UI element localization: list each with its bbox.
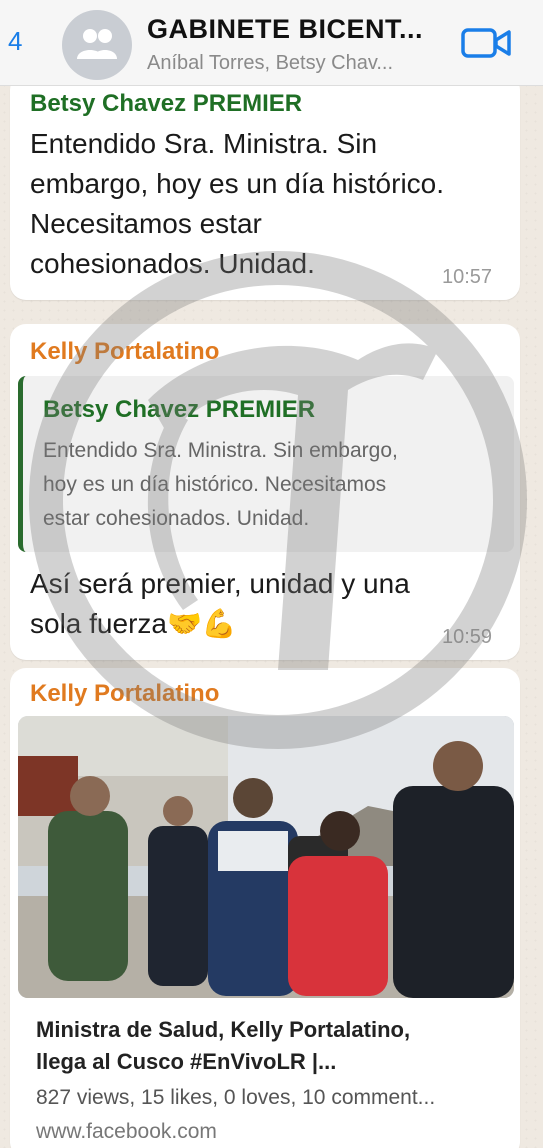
message-sender: Kelly Portalatino <box>30 680 220 707</box>
message-timestamp: 10:57 <box>442 266 493 288</box>
message-bubble[interactable]: Kelly Portalatino Betsy Chavez PREMIER E… <box>10 324 520 660</box>
message-sender: Betsy Chavez PREMIER <box>30 90 303 117</box>
link-preview-title[interactable]: Ministra de Salud, Kelly Portalatino, ll… <box>36 1014 410 1078</box>
message-bubble[interactable]: Kelly Portalatino Ministra de Salud, Kel… <box>10 668 520 1148</box>
message-bubble[interactable]: Betsy Chavez PREMIER Entendido Sra. Mini… <box>10 74 520 300</box>
chat-title[interactable]: GABINETE BICENT... <box>147 14 423 45</box>
news-photo <box>18 716 514 998</box>
quoted-sender: Betsy Chavez PREMIER <box>43 396 316 423</box>
back-button[interactable]: 4 <box>8 26 22 57</box>
message-sender: Kelly Portalatino <box>30 338 220 365</box>
quoted-message[interactable]: Betsy Chavez PREMIER Entendido Sra. Mini… <box>18 376 514 552</box>
video-call-icon[interactable] <box>460 26 512 60</box>
message-text: Entendido Sra. Ministra. Sin embargo, ho… <box>30 128 445 279</box>
chat-header: 4 GABINETE BICENT... Aníbal Torres, Bets… <box>0 0 543 86</box>
chat-participants[interactable]: Aníbal Torres, Betsy Chav... <box>147 52 393 75</box>
quoted-text: Entendido Sra. Ministra. Sin embargo, ho… <box>43 439 398 530</box>
link-preview-image[interactable] <box>18 716 514 998</box>
link-preview-url[interactable]: www.facebook.com <box>36 1120 217 1144</box>
link-preview-stats: 827 views, 15 likes, 0 loves, 10 comment… <box>36 1086 436 1109</box>
message-text: Así será premier, unidad y una sola fuer… <box>30 568 410 639</box>
group-icon <box>77 29 117 59</box>
group-avatar[interactable] <box>62 10 132 80</box>
message-timestamp: 10:59 <box>442 626 493 648</box>
